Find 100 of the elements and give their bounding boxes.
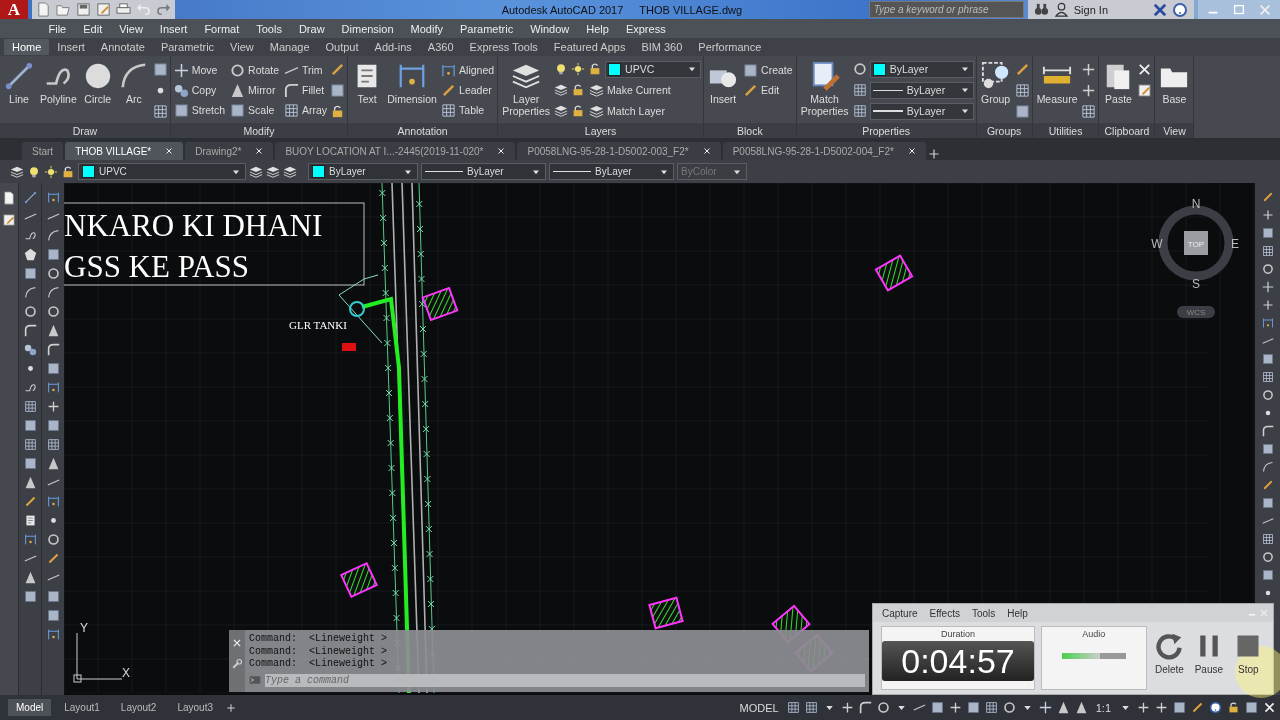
ribbon-tab[interactable]: Insert [49, 39, 93, 55]
printer-icon[interactable] [116, 2, 131, 17]
pencil-icon[interactable] [46, 552, 60, 565]
layers-icon[interactable] [283, 164, 297, 179]
grid-icon[interactable] [1261, 245, 1274, 257]
help-icon[interactable] [1209, 701, 1222, 714]
line-icon[interactable] [23, 191, 37, 204]
ribbon-button[interactable]: Trim [283, 60, 329, 80]
lock-icon[interactable] [61, 164, 75, 179]
recorder-button[interactable]: Delete [1152, 626, 1187, 690]
panel-title[interactable]: Block [704, 123, 796, 138]
ribbon-button[interactable]: Aligned [440, 60, 496, 80]
ring-icon[interactable] [46, 305, 60, 318]
menu-item[interactable]: Insert [151, 22, 196, 35]
grid-icon[interactable] [1081, 104, 1097, 119]
panel-title[interactable]: Properties [796, 123, 976, 138]
layer-dropdown[interactable]: UPVC [78, 163, 246, 180]
square-icon[interactable] [46, 248, 60, 261]
ribbon-button[interactable]: Stretch [172, 100, 227, 120]
grid-icon[interactable] [23, 438, 37, 451]
ring-icon[interactable] [852, 62, 867, 76]
plus-icon[interactable] [1081, 83, 1097, 98]
wcs-button[interactable] [1177, 306, 1215, 318]
grid-icon[interactable] [852, 104, 867, 118]
dimension-icon[interactable] [1261, 317, 1274, 329]
panel-title[interactable]: Layers [498, 123, 704, 138]
two-circles-icon[interactable] [23, 343, 37, 356]
layers-icon[interactable] [10, 164, 24, 179]
square-icon[interactable] [330, 83, 346, 98]
menu-item[interactable]: Tools [247, 22, 291, 35]
triangle-icon[interactable] [23, 476, 37, 489]
ribbon-button[interactable]: Polyline [38, 59, 79, 108]
ring-icon[interactable] [1002, 701, 1016, 714]
corner-icon[interactable] [46, 343, 60, 356]
menu-item[interactable]: Help [1002, 607, 1033, 619]
ribbon-button[interactable]: Edit [742, 80, 794, 100]
panel-title[interactable]: Modify [170, 123, 348, 138]
color-dropdown[interactable]: ByLayer [308, 163, 418, 180]
arc-icon[interactable] [1261, 461, 1274, 473]
ribbon-button[interactable]: Paste [1101, 59, 1136, 108]
plus-icon[interactable] [948, 701, 962, 714]
ribbon-tab[interactable]: Annotate [92, 39, 153, 55]
square-icon[interactable] [1261, 497, 1274, 509]
plus-icon[interactable] [840, 701, 854, 714]
property-dropdown[interactable]: ByLayer [869, 60, 974, 78]
recorder-button[interactable]: Stop [1231, 626, 1265, 690]
square-icon[interactable] [46, 590, 60, 603]
ribbon-tab[interactable]: Output [317, 39, 367, 55]
dimension-icon[interactable] [46, 381, 60, 394]
ring-icon[interactable] [1261, 263, 1274, 275]
pencil-icon[interactable] [1014, 62, 1030, 77]
square-icon[interactable] [1173, 701, 1186, 714]
close-icon[interactable] [1137, 62, 1153, 77]
square-icon[interactable] [966, 701, 980, 714]
layout-tab[interactable]: Layout3 [169, 699, 222, 716]
square-icon[interactable] [1261, 227, 1274, 239]
panel-title[interactable]: View [1155, 123, 1194, 138]
bulb-icon[interactable] [27, 164, 41, 179]
file-tab[interactable]: THOB VILLAGE* [65, 142, 184, 160]
dimension-icon[interactable] [46, 628, 60, 641]
save-as-icon[interactable] [2, 213, 16, 227]
arc-icon[interactable] [46, 229, 60, 242]
panel-title[interactable]: Groups [976, 123, 1032, 138]
grid-icon[interactable] [46, 438, 60, 451]
square-icon[interactable] [46, 419, 60, 432]
ribbon-button[interactable]: Group [978, 59, 1013, 108]
square-icon[interactable] [46, 609, 60, 622]
menu-item[interactable]: File [40, 22, 75, 35]
sun-icon[interactable] [44, 164, 58, 179]
square-icon[interactable] [46, 362, 60, 375]
ribbon-tab[interactable]: A360 [419, 39, 462, 55]
menu-item[interactable]: Window [521, 22, 578, 35]
ring-icon[interactable] [876, 701, 890, 714]
ribbon-button[interactable]: Scale [229, 100, 280, 120]
grid-icon[interactable] [984, 701, 998, 714]
layer-dropdown[interactable]: UPVC [605, 60, 702, 78]
ribbon-button[interactable]: Table [440, 100, 496, 120]
pencil-icon[interactable] [1261, 479, 1274, 491]
ring-icon[interactable] [46, 533, 60, 546]
menu-item[interactable]: Capture [877, 607, 923, 619]
layout-tab[interactable]: Layout2 [112, 699, 165, 716]
ribbon-tab[interactable]: Featured Apps [545, 39, 634, 55]
ribbon-tab[interactable]: Performance [690, 39, 770, 55]
grid-icon[interactable] [1261, 371, 1274, 383]
ribbon-button[interactable]: Array [283, 100, 329, 120]
dimension-icon[interactable] [46, 495, 60, 508]
square-icon[interactable] [1261, 443, 1274, 455]
square-icon[interactable] [23, 590, 37, 603]
command-input[interactable]: Type a command [265, 673, 865, 687]
layers-icon[interactable] [266, 164, 280, 179]
menu-item[interactable]: Edit [74, 22, 111, 35]
grid-icon[interactable] [152, 104, 168, 119]
ribbon-tab[interactable]: Add-ins [366, 39, 420, 55]
move-arrows-icon[interactable] [1038, 701, 1052, 714]
triangle-icon[interactable] [1074, 701, 1088, 714]
plus-icon[interactable] [226, 702, 237, 713]
grid-icon[interactable] [1261, 533, 1274, 545]
save-as-icon[interactable] [1137, 83, 1153, 98]
plus-icon[interactable] [1081, 62, 1097, 77]
ribbon-button[interactable]: Measure [1034, 59, 1080, 108]
